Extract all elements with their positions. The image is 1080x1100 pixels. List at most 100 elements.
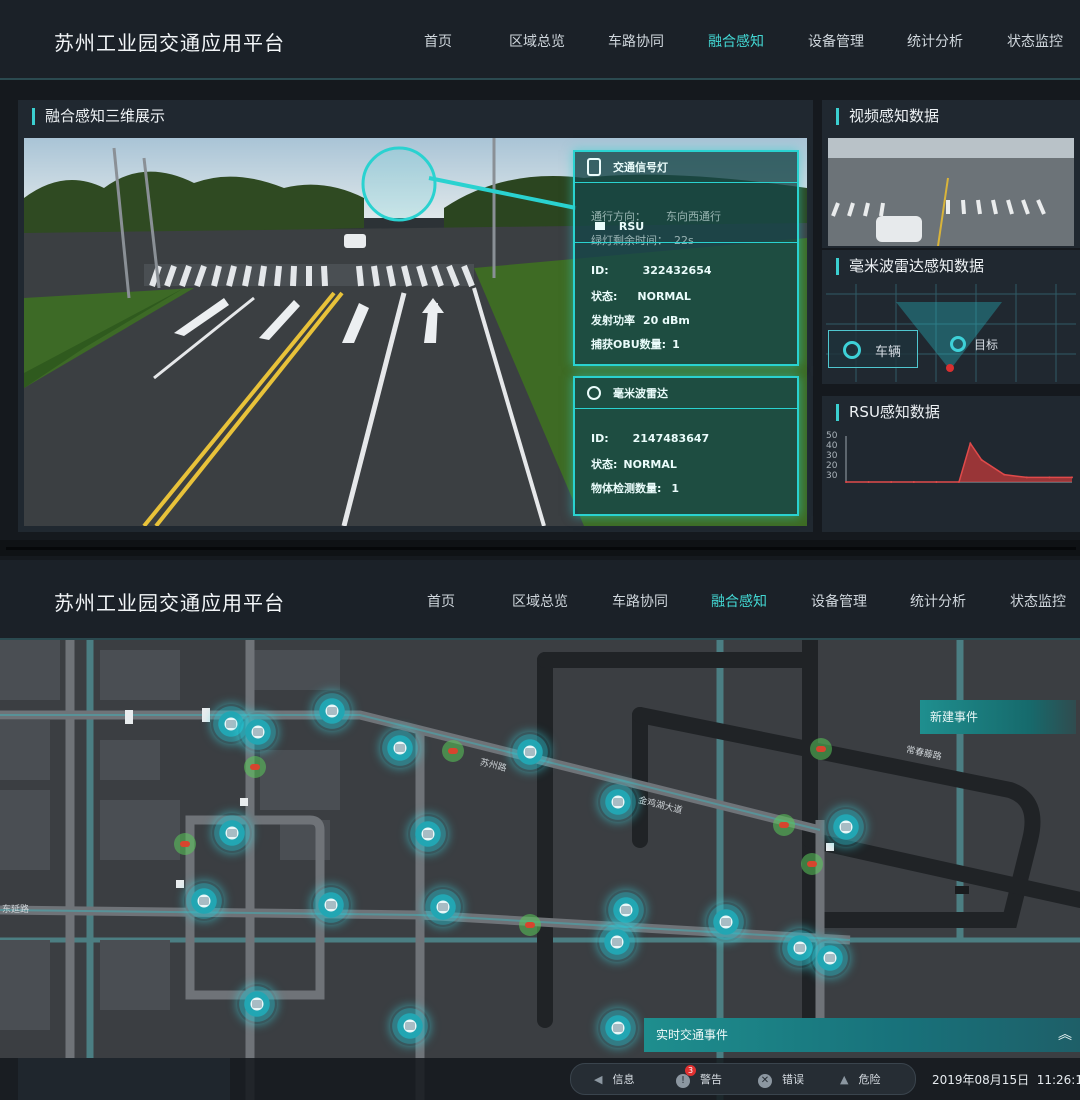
radar-card-header: 毫米波雷达 [575,378,797,409]
vehicle-marker[interactable] [442,740,464,762]
radar-info-card[interactable]: 毫米波雷达 ID: 2147483647 状态: NORMAL 物体检测数量: 1 [573,376,799,516]
chart-point [1071,476,1073,479]
map-navbar: 苏州工业园交通应用平台 首页 区域总览 车路协同 融合感知 设备管理 统计分析 … [0,560,1080,640]
chart-point [845,481,847,483]
nav-fusion-perception[interactable]: 融合感知 [711,591,767,611]
vehicle-marker[interactable] [801,853,823,875]
rsu-area-chart: 5040302030 [826,431,1073,483]
rsu-marker[interactable] [423,887,463,927]
chart-point [1003,473,1006,476]
nav-home[interactable]: 首页 [427,591,455,611]
rsu-marker[interactable] [184,881,224,921]
rsu-marker[interactable] [237,984,277,1024]
nav-device-management[interactable]: 设备管理 [811,591,867,611]
target-circle-icon [843,341,861,359]
rsu-marker[interactable] [212,813,252,853]
divider-line [6,547,1076,550]
rsu-marker[interactable] [380,728,420,768]
rsu-card-title: RSU [618,220,645,233]
nav-vehicle-road[interactable]: 车路协同 [612,591,668,611]
y-tick-label: 50 [826,431,838,441]
chart-point [958,481,960,483]
rsu-chart-panel: RSU感知数据 50 40 30 20 30 [822,396,1080,532]
error-icon: ✕ [758,1074,772,1088]
radar-count-row: 物体检测数量: 1 [591,482,680,495]
vehicle-marker[interactable] [810,738,832,760]
chevron-up-icon[interactable]: ︽ [1058,1018,1072,1052]
crosshair-icon [587,386,601,400]
y-tick-label: 40 [826,441,838,451]
video-panel-title: 视频感知数据 [836,108,939,125]
rsu-status-row: 状态: NORMAL [591,290,691,303]
video-feed[interactable] [828,138,1074,246]
realtime-events-label: 实时交通事件 [656,1028,729,1042]
nav-vehicle-road[interactable]: 车路协同 [608,31,664,51]
chart-point [969,442,972,445]
rsu-marker[interactable] [826,807,866,847]
rsu-marker[interactable] [408,814,448,854]
new-event-button[interactable]: 新建事件 [920,700,1076,734]
rsu-marker[interactable] [311,885,351,925]
rsu-marker[interactable] [810,938,850,978]
filter-warning[interactable]: ! 警告 3 [676,1065,722,1088]
chart-area-series [846,443,1072,482]
rsu-marker[interactable] [598,782,638,822]
filter-error[interactable]: ✕ 错误 [758,1071,804,1088]
vehicle-marker[interactable] [244,756,266,778]
app-title: 苏州工业园交通应用平台 [54,591,285,615]
signal-card-title: 交通信号灯 [613,161,668,174]
chart-line-series [846,441,1072,483]
chart-point [912,481,915,483]
chart-point [867,481,870,483]
radar-panel-title: 毫米波雷达感知数据 [836,258,984,275]
rsu-marker[interactable] [390,1006,430,1046]
warning-count-badge: 3 [685,1065,696,1076]
realtime-events-bar[interactable]: 实时交通事件 ︽ [644,1018,1080,1052]
nav-region-overview[interactable]: 区域总览 [509,31,565,51]
rsu-marker[interactable] [238,712,278,752]
nav-status-monitor[interactable]: 状态监控 [1007,31,1063,51]
warning-icon: ! [676,1074,690,1088]
nav-status-monitor[interactable]: 状态监控 [1010,591,1066,611]
signal-remaining-row: 绿灯剩余时间： 22s [591,234,694,247]
status-left-block [18,1058,230,1100]
y-tick-label: 30 [826,451,838,461]
filter-info[interactable]: ◀ 信息 [594,1071,634,1087]
target-circle-icon [950,336,966,352]
radar-id-row: ID: 2147483647 [591,432,710,445]
top-navbar: 苏州工业园交通应用平台 首页 区域总览 车路协同 融合感知 设备管理 统计分析 … [0,0,1080,80]
nav-device-management[interactable]: 设备管理 [808,31,864,51]
chart-point [935,481,938,483]
radar-status-row: 状态: NORMAL [591,458,677,471]
radar-card-title: 毫米波雷达 [613,387,668,400]
road-label: 东延路 [2,905,30,915]
vehicle-marker[interactable] [773,814,795,836]
rsu-info-card[interactable]: 交通信号灯 通行方向： 东向西通行 绿灯剩余时间： 22s RSU ID: 32243… [573,150,799,366]
rsu-icon [595,222,605,230]
rsu-id-row: ID: 322432654 [591,264,712,277]
rsu-marker[interactable] [598,1008,638,1048]
vehicle-marker[interactable] [519,914,541,936]
signal-card-header: 交通信号灯 [575,152,797,183]
datetime-display: 2019年08月15日 11:26:17 [932,1073,1080,1087]
rsu-marker[interactable] [510,732,550,772]
chart-point [1048,476,1051,479]
nav-fusion-perception[interactable]: 融合感知 [708,31,764,51]
y-tick-label: 20 [826,461,838,471]
radar-panel: 毫米波雷达感知数据 车辆 目标 [822,250,1080,384]
video-panel: 视频感知数据 [822,100,1080,248]
vehicle-marker[interactable] [174,833,196,855]
chart-point [890,481,893,483]
speaker-icon: ◀ [594,1073,603,1086]
nav-statistics[interactable]: 统计分析 [910,591,966,611]
rsu-marker[interactable] [312,691,352,731]
nav-home[interactable]: 首页 [424,31,452,51]
nav-statistics[interactable]: 统计分析 [907,31,963,51]
y-tick-label: 30 [826,471,838,481]
nav-region-overview[interactable]: 区域总览 [512,591,568,611]
rsu-chart-title: RSU感知数据 [836,404,940,421]
rsu-marker[interactable] [706,902,746,942]
radar-legend-vehicle: 车辆 [828,330,918,368]
rsu-marker[interactable] [597,922,637,962]
filter-danger[interactable]: ▲ 危险 [840,1071,880,1087]
